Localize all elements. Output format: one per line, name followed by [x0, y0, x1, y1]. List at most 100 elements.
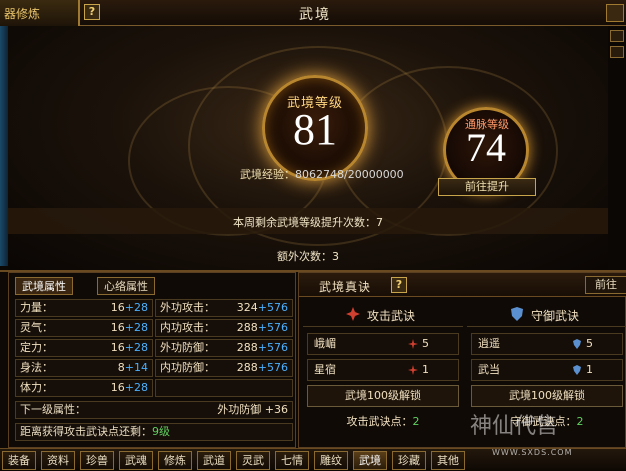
bottom-tab[interactable]: 雕纹	[314, 451, 348, 470]
shield-icon	[511, 307, 523, 321]
bottom-tab[interactable]: 武魂	[119, 451, 153, 470]
zhenjue-title: 武境真诀	[319, 280, 372, 294]
attribute-panel: 武境属性 心络属性 力量： 16+28 外功攻击： 324+576 灵气： 16+28 内功…	[8, 272, 296, 448]
skill-level: 1	[586, 363, 593, 376]
distance-row: 距离获得攻击武诀点还剩：9级	[15, 423, 293, 441]
stat-cell	[155, 379, 293, 397]
experience-value: 8062748/20000000	[295, 168, 404, 181]
stat-base: 324	[236, 301, 258, 314]
goto-upgrade-button[interactable]: 前往提升	[438, 178, 536, 196]
stat-label: 内功攻击：	[160, 321, 215, 334]
defense-unlock-slot[interactable]: 武境100级解锁	[471, 385, 623, 407]
side-arrow-icon[interactable]	[610, 30, 624, 42]
stat-value: 288+576	[237, 360, 288, 376]
help-icon[interactable]: ?	[391, 277, 407, 293]
stat-row: 身法： 8+14 内功防御： 288+576	[15, 359, 293, 377]
stat-bonus: +576	[257, 321, 288, 334]
extra-count-text: 额外次数：3	[277, 250, 339, 263]
stat-cell: 外功攻击： 324+576	[155, 299, 293, 317]
stat-label: 外功防御：	[160, 341, 215, 354]
bottom-tab[interactable]: 珍藏	[392, 451, 426, 470]
skill-name: 峨嵋	[314, 337, 336, 350]
next-level-value: 外功防御 +36	[217, 403, 288, 416]
attack-title: 攻击武诀	[367, 309, 416, 323]
stat-cell: 体力： 16+28	[15, 379, 153, 397]
attack-emblem-icon	[408, 339, 418, 349]
stat-label: 外功攻击：	[160, 301, 215, 314]
stat-cell: 定力： 16+28	[15, 339, 153, 357]
stat-base: 16	[110, 321, 125, 334]
next-level-row: 下一级属性： 外功防御 +36	[15, 401, 293, 419]
stat-cell: 内功攻击： 288+576	[155, 319, 293, 337]
attack-skill-row[interactable]: 星宿 1	[307, 359, 459, 381]
bottom-tab[interactable]: 珍兽	[80, 451, 114, 470]
side-icons	[608, 26, 626, 86]
watermark-url: WWW.SXDS.COM	[492, 448, 573, 457]
tab-wujing-attributes[interactable]: 武境属性	[15, 277, 73, 295]
defense-title: 守御武诀	[531, 309, 580, 323]
left-window-tab[interactable]: 器修炼	[0, 0, 80, 26]
stat-label: 体力：	[20, 381, 53, 394]
stat-base: 16	[110, 381, 125, 394]
skill-level: 5	[422, 337, 429, 350]
stat-value: 16+28	[111, 320, 148, 336]
bottom-tab[interactable]: 灵武	[236, 451, 270, 470]
bottom-tab[interactable]: 武道	[197, 451, 231, 470]
shield-icon	[573, 339, 581, 349]
stat-bonus: +28	[124, 301, 148, 314]
stat-cell: 力量： 16+28	[15, 299, 153, 317]
stat-row: 灵气： 16+28 内功攻击： 288+576	[15, 319, 293, 337]
stat-bonus: +576	[257, 341, 288, 354]
stat-bonus: +28	[124, 341, 148, 354]
stat-bonus: +28	[124, 381, 148, 394]
attack-column: 攻击武诀 峨嵋 5 星宿 1 武境100级解锁 攻击武诀点：2	[303, 301, 463, 447]
stat-row: 力量： 16+28 外功攻击： 324+576	[15, 299, 293, 317]
defense-skill-row[interactable]: 武当 1	[471, 359, 623, 381]
side-arrow-icon[interactable]	[610, 46, 624, 58]
window-title: 武境	[299, 7, 331, 23]
stat-cell: 身法： 8+14	[15, 359, 153, 377]
attack-points: 攻击武诀点：2	[303, 413, 463, 429]
bottom-tab[interactable]: 资料	[41, 451, 75, 470]
stat-cell: 内功防御： 288+576	[155, 359, 293, 377]
skill-level: 1	[422, 363, 429, 376]
stat-label: 灵气：	[20, 321, 53, 334]
stat-cell: 外功防御： 288+576	[155, 339, 293, 357]
stat-value: 16+28	[111, 300, 148, 316]
stat-bonus: +576	[257, 301, 288, 314]
bottom-tab[interactable]: 其他	[431, 451, 465, 470]
stat-value: 8+14	[118, 360, 148, 376]
attack-points-label: 攻击武诀点：	[346, 415, 413, 428]
bottom-tab[interactable]: 武境	[353, 451, 387, 470]
defense-skill-row[interactable]: 逍遥 5	[471, 333, 623, 355]
distance-value: 9级	[152, 425, 170, 438]
tab-xinluo-attributes[interactable]: 心络属性	[97, 277, 155, 295]
bottom-tab[interactable]: 装备	[2, 451, 36, 470]
stat-row: 定力： 16+28 外功防御： 288+576	[15, 339, 293, 357]
skill-name: 武当	[478, 363, 500, 376]
experience-text: 武境经验：8062748/20000000	[240, 166, 440, 182]
stat-value: 324+576	[237, 300, 288, 316]
stat-bonus: +28	[124, 321, 148, 334]
attack-unlock-slot[interactable]: 武境100级解锁	[307, 385, 459, 407]
stat-row: 体力： 16+28	[15, 379, 293, 397]
defense-header: 守御武诀	[467, 301, 626, 327]
stat-base: 16	[110, 301, 125, 314]
skill-name: 逍遥	[478, 337, 500, 350]
close-icon[interactable]	[606, 4, 624, 22]
left-edge-decoration	[0, 26, 8, 266]
attack-header: 攻击武诀	[303, 301, 463, 327]
stat-base: 16	[110, 341, 125, 354]
next-level-label: 下一级属性：	[20, 403, 86, 416]
attack-skill-row[interactable]: 峨嵋 5	[307, 333, 459, 355]
attack-emblem-icon	[408, 365, 418, 375]
skill-name: 星宿	[314, 363, 336, 376]
watermark: 神仙代售	[470, 414, 559, 439]
experience-label: 武境经验：	[240, 168, 295, 181]
bottom-tab[interactable]: 修炼	[158, 451, 192, 470]
stat-label: 力量：	[20, 301, 53, 314]
attack-points-value: 2	[412, 415, 420, 428]
help-icon[interactable]: ?	[84, 4, 100, 20]
goto-button[interactable]: 前往	[585, 276, 626, 294]
bottom-tab[interactable]: 七情	[275, 451, 309, 470]
